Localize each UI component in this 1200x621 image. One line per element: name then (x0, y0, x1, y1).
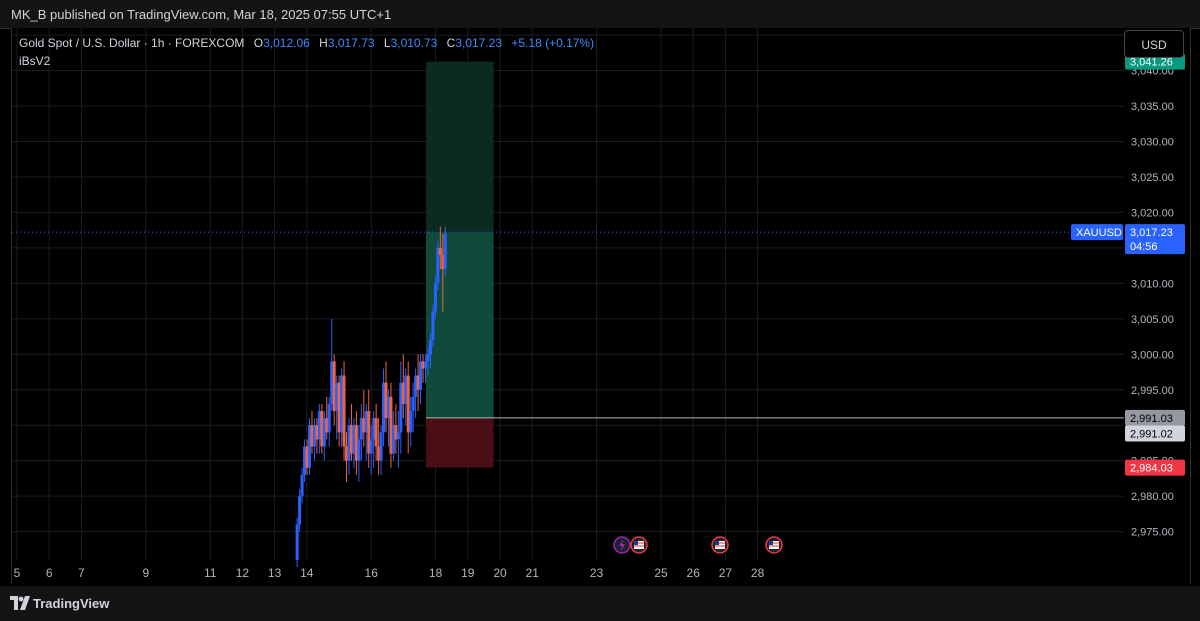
time-axis: 5 6 7 9 11 12 13 14 16 18 19 20 21 23 25 26 27 28 (14, 566, 765, 580)
change-value: +5.18 (+0.17%) (511, 36, 595, 50)
candle-body (369, 439, 373, 454)
time-tick-label: 13 (268, 566, 282, 580)
us-flag-event-icon-canton (715, 541, 719, 545)
stop-price-tag-text: 2,984.03 (1130, 463, 1173, 475)
close-value: 3,017.23 (455, 36, 503, 50)
close-label: C (446, 36, 456, 50)
time-tick-label: 20 (493, 566, 507, 580)
price-tick-label: 3,035.00 (1131, 101, 1174, 113)
currency-button[interactable]: USD (1124, 30, 1184, 58)
price-tick-label: 3,030.00 (1131, 136, 1174, 148)
low-label: L (383, 36, 391, 50)
candle-body (342, 375, 346, 447)
candle-body (295, 524, 299, 560)
candle (399, 361, 403, 454)
candle (342, 361, 346, 461)
candle-body (396, 432, 400, 440)
us-flag-event-icon-canton (634, 541, 638, 545)
price-tick-label: 3,020.00 (1131, 207, 1174, 219)
stop-price-tag: 2,984.03 (1125, 459, 1185, 476)
candle-body (300, 474, 304, 497)
candle-body (426, 354, 430, 362)
candle-body (327, 403, 331, 433)
candle-body (424, 361, 428, 369)
open-label: O (253, 36, 264, 50)
target-zone (425, 232, 494, 418)
target-zone-upper (425, 61, 494, 233)
time-tick-label: 6 (46, 566, 53, 580)
candle-body (374, 418, 378, 447)
entry-price-tag-text: 2,991.03 (1130, 413, 1173, 425)
high-value: 3,017.73 (327, 36, 375, 50)
time-tick-label: 9 (142, 566, 149, 580)
candle-body (433, 283, 437, 312)
last-price-value: 3,017.23 (1130, 227, 1173, 239)
indicator-label[interactable]: iBsV2 (19, 54, 50, 68)
us-flag-event-icon-canton (769, 541, 773, 545)
tradingview-brand[interactable]: TradingView (33, 596, 109, 611)
candle-body (357, 439, 361, 461)
symbol-tag: XAUUSD (1071, 224, 1123, 241)
countdown-timer: 04:56 (1130, 241, 1158, 253)
lightning-event-icon (613, 536, 631, 554)
us-flag-event-icon (711, 536, 729, 554)
time-tick-label: 12 (236, 566, 250, 580)
time-tick-label: 21 (526, 566, 540, 580)
ohlc-legend: Gold Spot / U.S. Dollar · 1h · FOREXCOM … (19, 36, 594, 50)
candle (379, 425, 383, 475)
candle (406, 361, 410, 454)
time-tick-label: 26 (687, 566, 701, 580)
last-price-tag: 3,017.23 04:56 (1125, 224, 1185, 255)
symbol-description[interactable]: Gold Spot / U.S. Dollar · 1h · FOREXCOM (19, 36, 244, 50)
grid-lines (12, 28, 1124, 560)
entry-price-tag: 2,991.03 (1125, 409, 1185, 426)
time-tick-label: 11 (204, 566, 217, 580)
candle (367, 389, 371, 468)
price-tick-label: 3,005.00 (1131, 314, 1174, 326)
us-flag-event-icon (630, 536, 648, 554)
price-chart[interactable]: 2,975.002,980.002,985.002,990.002,995.00… (0, 0, 1200, 586)
entry-alt-price-tag-text: 2,991.02 (1130, 429, 1173, 441)
candle-body (428, 340, 432, 355)
time-tick-label: 23 (590, 566, 604, 580)
time-tick-label: 14 (300, 566, 314, 580)
candle-body (298, 496, 302, 525)
price-tick-label: 2,975.00 (1131, 527, 1174, 539)
candle-body (438, 247, 442, 255)
candle-body (411, 396, 415, 412)
tradingview-logo-icon[interactable] (10, 596, 30, 610)
time-tick-label: 28 (751, 566, 765, 580)
time-tick-label: 16 (365, 566, 379, 580)
entry-alt-price-tag: 2,991.02 (1125, 425, 1185, 442)
us-flag-event-icon (765, 536, 783, 554)
price-tick-label: 2,980.00 (1131, 491, 1174, 503)
time-tick-label: 25 (654, 566, 668, 580)
candle (295, 517, 299, 568)
candle-body (379, 432, 383, 461)
time-tick-label: 27 (719, 566, 733, 580)
candle-body (409, 411, 413, 433)
time-tick-label: 5 (14, 566, 21, 580)
candle (443, 226, 447, 277)
high-label: H (319, 36, 328, 50)
price-tick-label: 2,995.00 (1131, 385, 1174, 397)
low-value: 3,010.73 (390, 36, 438, 50)
price-tick-label: 3,010.00 (1131, 278, 1174, 290)
time-tick-label: 18 (429, 566, 443, 580)
footer: TradingView (0, 586, 1200, 621)
stop-zone (425, 417, 494, 468)
open-value: 3,012.06 (263, 36, 310, 50)
candle-body (431, 311, 435, 341)
price-tick-label: 3,000.00 (1131, 349, 1174, 361)
candle (327, 396, 331, 447)
time-tick-label: 19 (461, 566, 475, 580)
candle-body (443, 233, 447, 270)
price-tick-label: 3,025.00 (1131, 172, 1174, 184)
symbol-tag-text: XAUUSD (1076, 227, 1122, 239)
time-tick-label: 7 (78, 566, 85, 580)
